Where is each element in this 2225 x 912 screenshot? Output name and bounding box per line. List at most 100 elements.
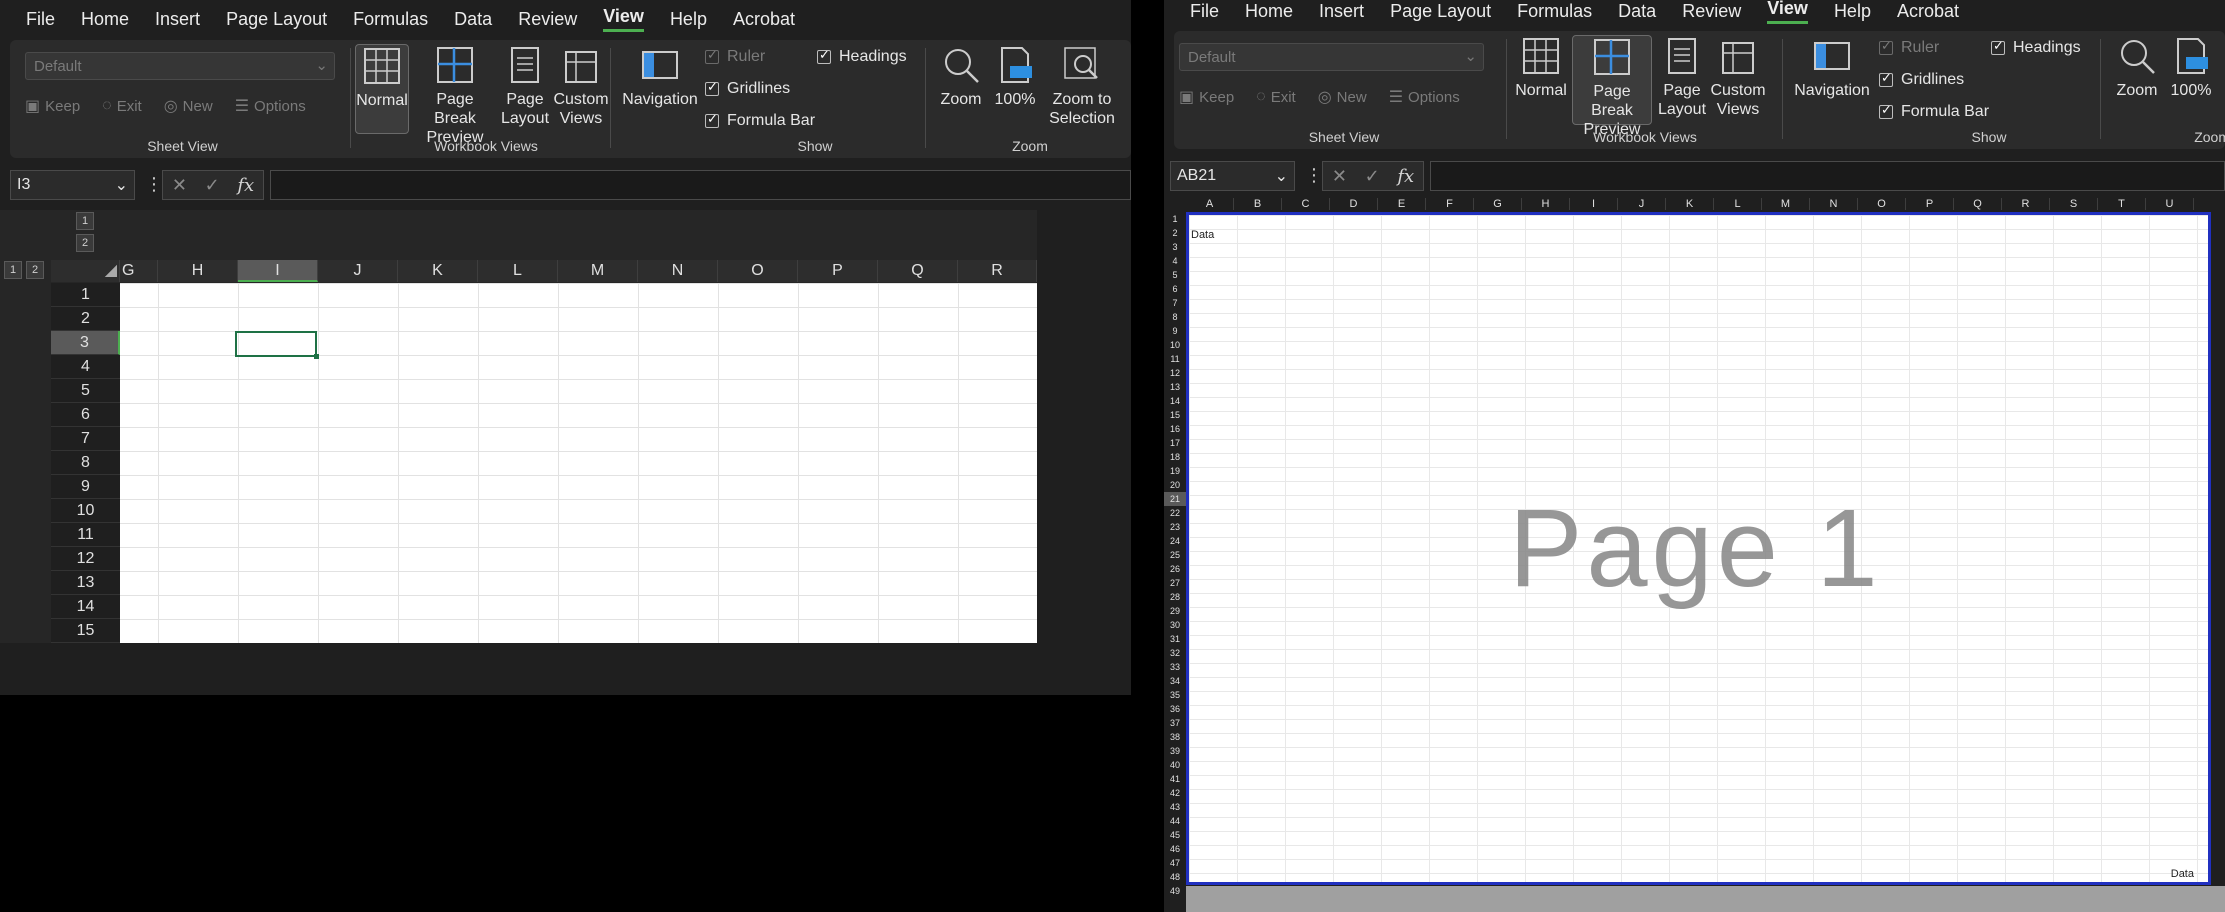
options-button[interactable]: ☰ Options [235,96,306,116]
row-header[interactable]: 37 [1164,716,1186,730]
zoom-button[interactable]: Zoom [2112,35,2162,125]
row-header[interactable]: 43 [1164,800,1186,814]
column-header[interactable]: L [1714,198,1762,210]
normal-view-button[interactable]: Normal [355,44,409,134]
menu-page-layout[interactable]: Page Layout [1390,1,1491,22]
column-header[interactable]: K [398,260,478,282]
row-header[interactable]: 1 [51,283,120,307]
row-header[interactable]: 14 [1164,394,1186,408]
headings-checkbox[interactable]: Headings [1991,38,2081,57]
navigation-button[interactable]: Navigation [620,44,700,134]
column-header[interactable]: D [1330,198,1378,210]
column-header[interactable]: R [2002,198,2050,210]
row-header[interactable]: 12 [1164,366,1186,380]
menu-acrobat[interactable]: Acrobat [733,9,795,30]
row-header[interactable]: 32 [1164,646,1186,660]
column-header[interactable]: M [1762,198,1810,210]
column-header[interactable]: B [1234,198,1282,210]
menu-help[interactable]: Help [670,9,707,30]
menu-review[interactable]: Review [518,9,577,30]
menu-insert[interactable]: Insert [1319,1,1364,22]
menu-home[interactable]: Home [81,9,129,30]
normal-view-button[interactable]: Normal [1514,35,1568,125]
row-header[interactable]: 8 [1164,310,1186,324]
column-header[interactable]: E [1378,198,1426,210]
row-header[interactable]: 7 [1164,296,1186,310]
row-header[interactable]: 17 [1164,436,1186,450]
menu-review[interactable]: Review [1682,1,1741,22]
row-header[interactable]: 13 [1164,380,1186,394]
ruler-checkbox[interactable]: Ruler [705,47,765,66]
selected-cell-i3[interactable] [235,331,319,359]
row-header[interactable]: 35 [1164,688,1186,702]
zoom-100-button[interactable]: 100% [990,44,1040,134]
row-header[interactable]: 40 [1164,758,1186,772]
name-box[interactable]: I3 ⌄ [10,170,135,200]
menu-data[interactable]: Data [1618,1,1656,22]
column-header[interactable]: G [120,260,158,282]
row-header[interactable]: 9 [51,475,120,499]
menu-formulas[interactable]: Formulas [353,9,428,30]
column-header[interactable]: N [1810,198,1858,210]
cell-a2[interactable]: Data [1191,229,1214,241]
insert-function-icon[interactable]: fx [237,175,254,196]
keep-button[interactable]: ▣ Keep [25,96,80,116]
column-header[interactable]: R [958,260,1037,282]
row-header[interactable]: 11 [51,523,120,547]
column-header[interactable]: U [2146,198,2194,210]
headings-checkbox[interactable]: Headings [817,47,907,66]
exit-button[interactable]: ◌ Exit [102,96,142,116]
row-header[interactable]: 1 [1164,212,1186,226]
row-header[interactable]: 23 [1164,520,1186,534]
cancel-icon[interactable]: ✕ [1332,166,1347,187]
row-header[interactable]: 9 [1164,324,1186,338]
row-header[interactable]: 42 [1164,786,1186,800]
column-header-selected[interactable]: I [238,260,318,282]
formula-input[interactable] [1430,161,2225,191]
row-header[interactable]: 47 [1164,856,1186,870]
column-header[interactable]: G [1474,198,1522,210]
row-header[interactable]: 8 [51,451,120,475]
column-header[interactable]: Q [878,260,958,282]
row-header[interactable]: 13 [51,571,120,595]
row-header[interactable]: 48 [1164,870,1186,884]
custom-views-button[interactable]: Custom Views [553,44,609,134]
sheet-view-dropdown[interactable]: Default ⌄ [1179,43,1484,71]
menu-page-layout[interactable]: Page Layout [226,9,327,30]
gridlines-checkbox[interactable]: Gridlines [705,79,790,98]
row-header[interactable]: 31 [1164,632,1186,646]
row-header[interactable]: 28 [1164,590,1186,604]
column-header[interactable]: K [1666,198,1714,210]
menu-file[interactable]: File [26,9,55,30]
formula-bar-checkbox[interactable]: Formula Bar [705,111,815,130]
row-header-selected[interactable]: 3 [51,331,120,355]
row-header[interactable]: 30 [1164,618,1186,632]
column-header[interactable]: O [1858,198,1906,210]
row-header[interactable]: 20 [1164,478,1186,492]
zoom-100-button[interactable]: 100% [2166,35,2216,125]
menu-home[interactable]: Home [1245,1,1293,22]
navigation-button[interactable]: Navigation [1792,35,1872,125]
row-header[interactable]: 16 [1164,422,1186,436]
row-header[interactable]: 4 [1164,254,1186,268]
row-header[interactable]: 11 [1164,352,1186,366]
row-header[interactable]: 39 [1164,744,1186,758]
column-header[interactable]: A [1186,198,1234,210]
outline-level-1-button[interactable]: 1 [76,212,94,230]
row-outline-level-2-button[interactable]: 2 [26,261,44,279]
menu-formulas[interactable]: Formulas [1517,1,1592,22]
row-header[interactable]: 45 [1164,828,1186,842]
row-outline-level-1-button[interactable]: 1 [4,261,22,279]
column-header[interactable]: Q [1954,198,2002,210]
name-box[interactable]: AB21 ⌄ [1170,161,1295,191]
column-header[interactable]: P [798,260,878,282]
row-header[interactable]: 49 [1164,884,1186,898]
page-break-preview-button[interactable]: Page Break Preview [1572,35,1652,138]
more-icon[interactable]: ⋮ [1305,165,1323,186]
column-header[interactable]: P [1906,198,1954,210]
page-layout-button[interactable]: Page Layout [499,44,551,134]
keep-button[interactable]: ▣ Keep [1179,87,1234,107]
column-header[interactable]: N [638,260,718,282]
row-header[interactable]: 2 [51,307,120,331]
row-header[interactable]: 26 [1164,562,1186,576]
